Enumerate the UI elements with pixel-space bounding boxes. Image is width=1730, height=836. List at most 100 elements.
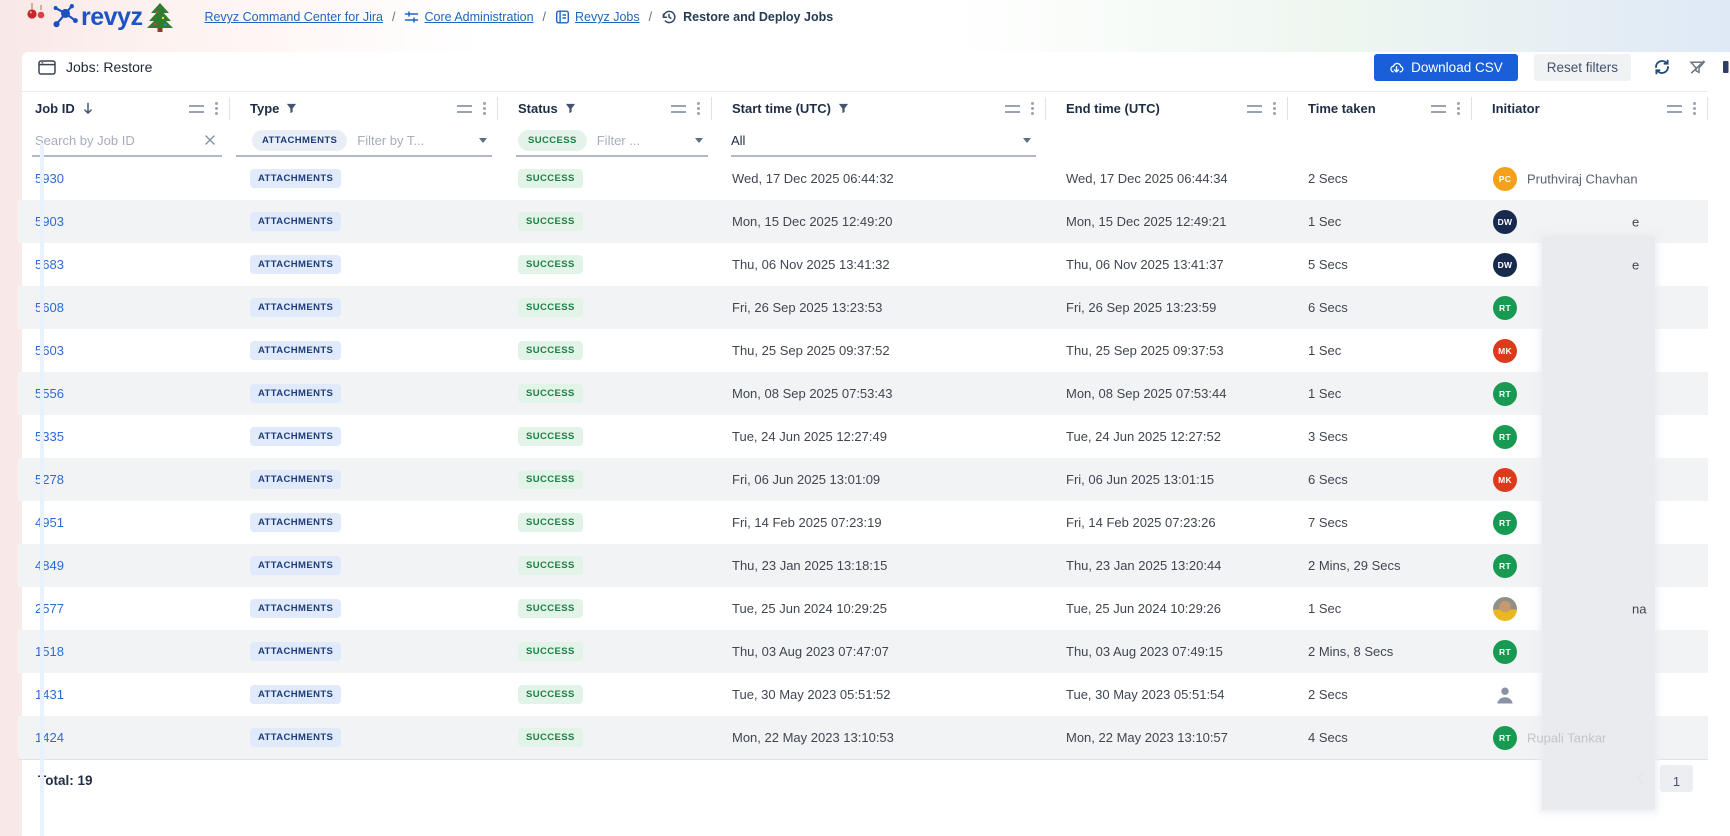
column-header-type[interactable]: Type [230, 92, 498, 125]
initiator-avatar: RT [1493, 295, 1517, 320]
status-badge: SUCCESS [518, 556, 583, 575]
columns-icon [1723, 61, 1729, 73]
end-time-cell: Mon, 08 Sep 2025 07:53:44 [1066, 386, 1227, 401]
column-menu-icon[interactable] [1693, 107, 1696, 110]
breadcrumb: Revyz Command Center for Jira / Core Adm… [204, 9, 833, 25]
jobs-toolbar: Jobs: Restore Download CSV Reset filters [38, 53, 1730, 81]
column-drag-handle[interactable] [189, 104, 204, 113]
columns-button[interactable] [1722, 59, 1730, 75]
table-row: 5683 ATTACHMENTS SUCCESS Thu, 06 Nov 2025 1… [18, 243, 1708, 286]
start-time-cell: Tue, 25 Jun 2024 10:29:25 [732, 601, 887, 616]
column-header-job-id[interactable]: Job ID [18, 92, 230, 125]
start-time-cell: Thu, 03 Aug 2023 07:47:07 [732, 644, 889, 659]
type-cell: ATTACHMENTS [230, 372, 498, 415]
column-menu-icon[interactable] [215, 107, 218, 110]
initiator-avatar: MK [1493, 338, 1517, 363]
jobs-table: Job ID Type Status Start time (UTC) End [18, 91, 1708, 809]
table-header-row: Job ID Type Status Start time (UTC) End [18, 91, 1708, 125]
table-left-strip [40, 143, 44, 836]
initiator-avatar: RT [1493, 381, 1517, 406]
breadcrumb-separator: / [648, 10, 653, 24]
column-menu-icon[interactable] [1457, 107, 1460, 110]
column-drag-handle[interactable] [457, 104, 472, 113]
start-time-cell: Fri, 06 Jun 2025 13:01:09 [732, 472, 881, 487]
job-id-search-input[interactable]: Search by Job ID [32, 133, 135, 148]
column-drag-handle[interactable] [1005, 104, 1020, 113]
filter-funnel-icon[interactable] [838, 103, 849, 114]
column-drag-handle[interactable] [1247, 104, 1262, 113]
column-header-time-taken[interactable]: Time taken [1288, 92, 1472, 125]
column-menu-icon[interactable] [1031, 107, 1034, 110]
chevron-down-icon[interactable] [695, 137, 703, 143]
chevron-down-icon[interactable] [479, 137, 487, 143]
column-header-end-time[interactable]: End time (UTC) [1046, 92, 1288, 125]
start-time-cell: Mon, 08 Sep 2025 07:53:43 [732, 386, 893, 401]
type-filter-chip[interactable]: ATTACHMENTS [252, 129, 348, 151]
initiator-name: Rupali Tankar [1527, 730, 1607, 745]
breadcrumb-link-revyz-jobs[interactable]: Revyz Jobs [555, 10, 640, 24]
end-time-cell: Tue, 30 May 2023 05:51:54 [1066, 687, 1225, 702]
initiator-avatar: RT [1493, 424, 1517, 449]
initiator-name-fragment: e [1632, 257, 1640, 272]
status-cell: SUCCESS [498, 673, 712, 716]
table-row: 5930 ATTACHMENTS SUCCESS Wed, 17 Dec 2025 0… [18, 157, 1708, 200]
table-row: 4849 ATTACHMENTS SUCCESS Thu, 23 Jan 2025 1… [18, 544, 1708, 587]
chevron-down-icon[interactable] [1023, 137, 1031, 143]
time-taken-cell: 6 Secs [1308, 472, 1348, 487]
status-cell: SUCCESS [498, 286, 712, 329]
refresh-button[interactable] [1653, 58, 1671, 76]
journal-icon [556, 10, 570, 24]
table-row: 1518 ATTACHMENTS SUCCESS Thu, 03 Aug 2023 0… [18, 630, 1708, 673]
initiator-avatar: DW [1493, 209, 1517, 234]
table-row: 4951 ATTACHMENTS SUCCESS Fri, 14 Feb 2025 0… [18, 501, 1708, 544]
end-time-cell: Tue, 24 Jun 2025 12:27:52 [1066, 429, 1221, 444]
status-cell: SUCCESS [498, 458, 712, 501]
job-id-filter[interactable]: Search by Job ID [18, 125, 230, 157]
sort-desc-icon[interactable] [82, 102, 94, 115]
start-time-filter-value[interactable]: All [731, 133, 745, 148]
type-filter-input[interactable]: Filter by T... [357, 133, 424, 148]
start-time-cell: Thu, 06 Nov 2025 13:41:32 [732, 257, 890, 272]
reset-filters-button[interactable]: Reset filters [1533, 53, 1631, 81]
download-csv-button[interactable]: Download CSV [1374, 53, 1518, 81]
column-drag-handle[interactable] [1431, 104, 1446, 113]
status-badge: SUCCESS [518, 470, 583, 489]
table-filter-row: Search by Job ID ATTACHMENTS Filter by T… [18, 125, 1708, 157]
status-badge: SUCCESS [518, 599, 583, 618]
column-menu-icon[interactable] [697, 107, 700, 110]
status-badge: SUCCESS [518, 169, 583, 188]
column-header-initiator[interactable]: Initiator [1472, 92, 1708, 125]
time-taken-cell: 4 Secs [1308, 730, 1348, 745]
column-header-start-time[interactable]: Start time (UTC) [712, 92, 1046, 125]
time-taken-cell: 2 Secs [1308, 171, 1348, 186]
column-menu-icon[interactable] [483, 107, 486, 110]
initiator-avatar: RT [1493, 725, 1517, 750]
time-taken-cell: 2 Mins, 29 Secs [1308, 558, 1401, 573]
column-menu-icon[interactable] [1273, 107, 1276, 110]
clear-filter-button[interactable] [1688, 58, 1707, 76]
breadcrumb-link-command-center[interactable]: Revyz Command Center for Jira [204, 10, 383, 24]
type-cell: ATTACHMENTS [230, 630, 498, 673]
breadcrumb-separator: / [391, 10, 396, 24]
time-taken-cell: 2 Secs [1308, 687, 1348, 702]
breadcrumb-link-core-administration[interactable]: Core Administration [404, 10, 534, 24]
page-number-button[interactable]: 1 [1660, 765, 1693, 792]
clear-search-icon[interactable] [204, 134, 216, 146]
status-filter-chip[interactable]: SUCCESS [518, 129, 587, 151]
start-time-cell: Mon, 15 Dec 2025 12:49:20 [732, 214, 893, 229]
type-filter[interactable]: ATTACHMENTS Filter by T... [230, 125, 498, 157]
status-cell: SUCCESS [498, 329, 712, 372]
page-title: Jobs: Restore [38, 59, 152, 75]
status-filter[interactable]: SUCCESS Filter ... [498, 125, 712, 157]
start-time-filter[interactable]: All [712, 125, 1046, 157]
column-drag-handle[interactable] [671, 104, 686, 113]
status-filter-input[interactable]: Filter ... [597, 133, 640, 148]
filter-funnel-icon[interactable] [565, 103, 576, 114]
column-header-status[interactable]: Status [498, 92, 712, 125]
start-time-cell: Mon, 22 May 2023 13:10:53 [732, 730, 894, 745]
table-row: 1424 ATTACHMENTS SUCCESS Mon, 22 May 2023 1… [18, 716, 1708, 759]
end-time-cell: Fri, 06 Jun 2025 13:01:15 [1066, 472, 1215, 487]
type-cell: ATTACHMENTS [230, 458, 498, 501]
column-drag-handle[interactable] [1667, 104, 1682, 113]
filter-funnel-icon[interactable] [286, 103, 297, 114]
